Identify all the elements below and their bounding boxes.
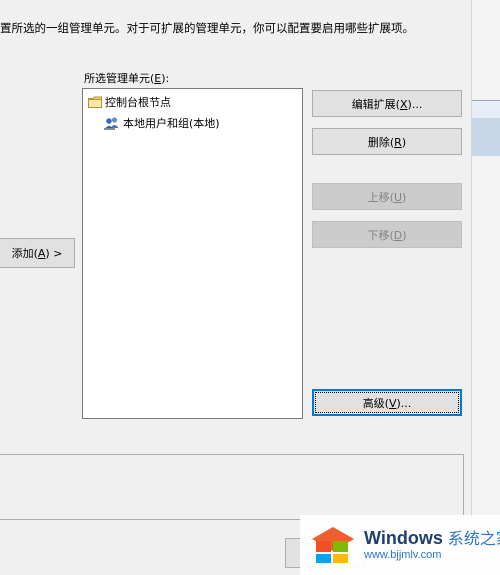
delete-button[interactable]: 删除(R) bbox=[312, 128, 462, 155]
background-window-row bbox=[472, 100, 500, 118]
move-up-label: 上移(U) bbox=[367, 190, 407, 204]
watermark: Windows 系统之家 www.bjjmlv.com bbox=[300, 515, 500, 575]
move-down-label: 下移(D) bbox=[367, 228, 407, 242]
edit-extensions-button[interactable]: 编辑扩展(X)... bbox=[312, 90, 462, 117]
watermark-title: Windows 系统之家 bbox=[364, 527, 500, 548]
add-button[interactable]: 添加(A) > bbox=[0, 238, 75, 268]
background-window-selected-row bbox=[472, 118, 500, 156]
move-up-button[interactable]: 上移(U) bbox=[312, 183, 462, 210]
background-window-edge bbox=[471, 0, 500, 575]
selected-snapins-label: 所选管理单元(E): bbox=[84, 72, 170, 85]
tree-item-local-users-groups[interactable]: 本地用户和组(本地) bbox=[104, 115, 220, 131]
add-button-label: 添加(A) > bbox=[11, 247, 63, 260]
tree-item-console-root[interactable]: 控制台根节点 bbox=[88, 94, 171, 110]
dialog-description: 置所选的一组管理单元。对于可扩展的管理单元，你可以配置要启用哪些扩展项。 bbox=[0, 21, 414, 35]
watermark-text: Windows 系统之家 www.bjjmlv.com bbox=[364, 528, 500, 562]
users-group-icon bbox=[104, 116, 120, 130]
tree-item-label: 控制台根节点 bbox=[105, 96, 171, 109]
folder-icon bbox=[88, 96, 102, 108]
windows-logo-icon bbox=[310, 525, 356, 565]
advanced-label: 高级(V)... bbox=[362, 396, 412, 410]
tree-item-label: 本地用户和组(本地) bbox=[123, 117, 220, 130]
move-down-button[interactable]: 下移(D) bbox=[312, 221, 462, 248]
selected-snapins-tree[interactable]: 控制台根节点 本地用户和组(本地) bbox=[82, 88, 303, 419]
advanced-button[interactable]: 高级(V)... bbox=[312, 389, 462, 416]
edit-extensions-label: 编辑扩展(X)... bbox=[351, 97, 423, 111]
snapin-description-box bbox=[0, 454, 464, 520]
delete-label: 删除(R) bbox=[367, 135, 407, 149]
dialog-top-strip bbox=[0, 0, 471, 8]
watermark-url: www.bjjmlv.com bbox=[364, 549, 442, 562]
